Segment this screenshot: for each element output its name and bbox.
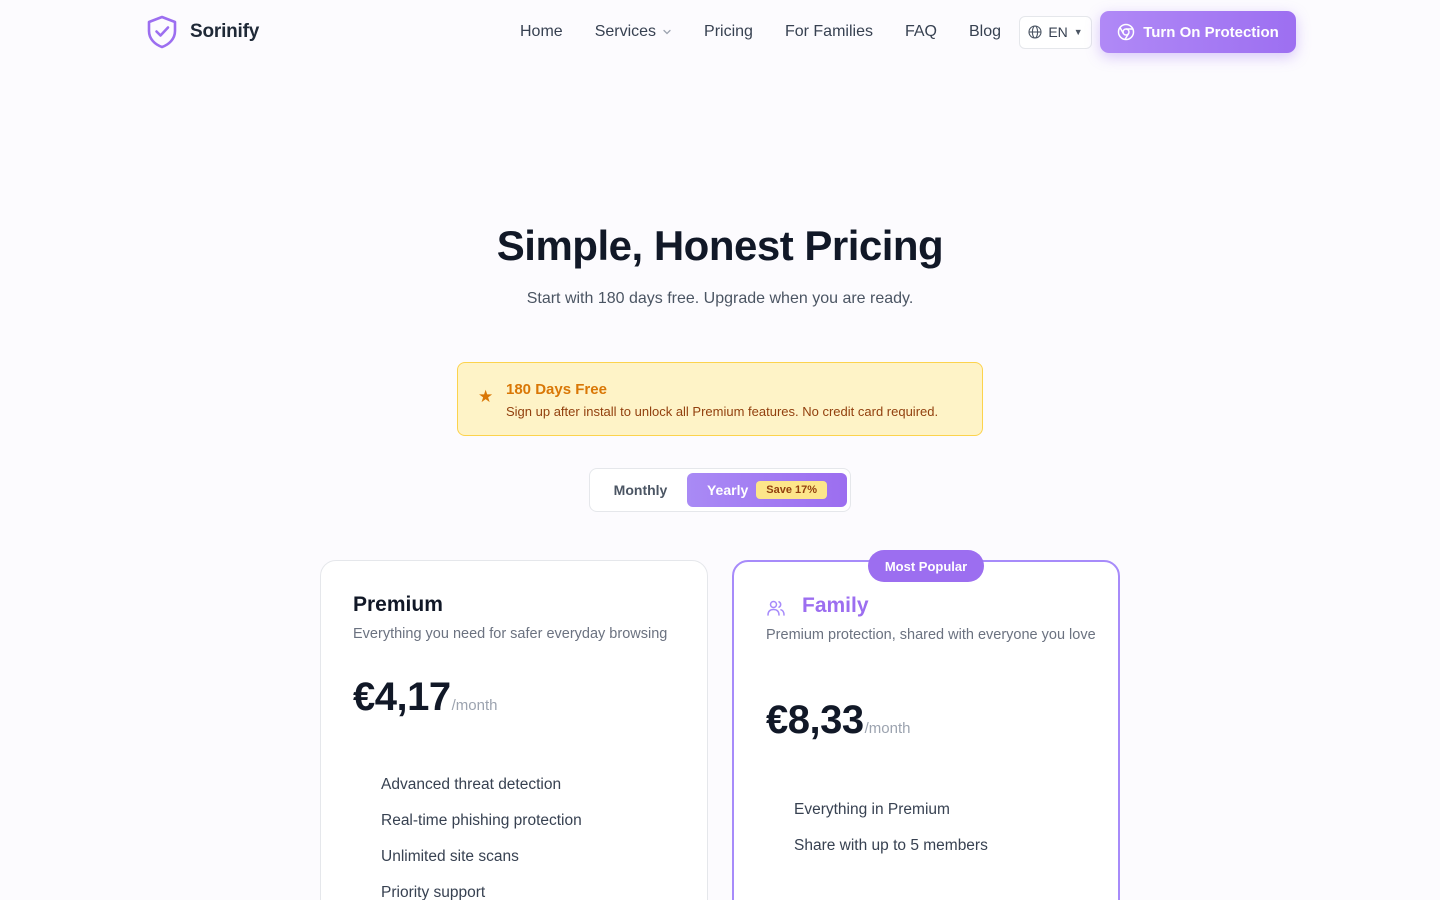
feature-item: Advanced threat detection bbox=[381, 776, 562, 793]
feature-list: Advanced threat detection Real-time phis… bbox=[381, 775, 582, 900]
turn-on-protection-button[interactable]: Turn On Protection bbox=[1100, 11, 1296, 53]
promo-title: 180 Days Free bbox=[506, 381, 607, 398]
save-badge: Save 17% bbox=[756, 481, 828, 499]
nav-home-label: Home bbox=[520, 23, 563, 40]
star-icon: ★ bbox=[478, 387, 494, 406]
nav-faq[interactable]: FAQ bbox=[889, 12, 953, 52]
cta-label: Turn On Protection bbox=[1143, 23, 1279, 41]
nav-home[interactable]: Home bbox=[504, 12, 579, 52]
price-amount: €8,33 bbox=[766, 698, 864, 742]
billing-period-toggle: Monthly Yearly Save 17% bbox=[589, 468, 851, 512]
plan-price: €4,17 /month bbox=[353, 675, 497, 720]
language-selector[interactable]: EN ▼ bbox=[1019, 15, 1093, 49]
yearly-label: Yearly bbox=[706, 482, 749, 498]
users-icon bbox=[767, 600, 785, 616]
feature-item: Share with up to 5 members bbox=[794, 837, 988, 854]
nav-pricing-label: Pricing bbox=[704, 23, 753, 40]
language-label: EN bbox=[1048, 24, 1068, 40]
plan-card-family: Family Premium protection, shared with e… bbox=[732, 560, 1120, 900]
feature-item: Real-time phishing protection bbox=[381, 812, 582, 829]
feature-item: Unlimited site scans bbox=[381, 848, 519, 865]
feature-item: Everything in Premium bbox=[794, 801, 950, 818]
yearly-option[interactable]: Yearly Save 17% bbox=[687, 473, 847, 507]
nav-for-families-label: For Families bbox=[784, 23, 873, 40]
price-period: /month bbox=[864, 720, 911, 737]
price-amount: €4,17 bbox=[353, 675, 451, 719]
caret-down-icon: ▼ bbox=[1073, 27, 1083, 37]
promo-text: Sign up after install to unlock all Prem… bbox=[506, 404, 939, 419]
nav-blog-label: Blog bbox=[968, 23, 1002, 40]
free-trial-banner: ★ 180 Days Free Sign up after install to… bbox=[457, 362, 983, 436]
monthly-label: Monthly bbox=[613, 482, 668, 498]
chevron-down-icon bbox=[663, 29, 671, 35]
nav-services[interactable]: Services bbox=[579, 12, 688, 52]
feature-list: Everything in Premium Share with up to 5… bbox=[794, 800, 988, 872]
plan-card-premium: Premium Everything you need for safer ev… bbox=[320, 560, 708, 900]
brand-logo-link[interactable]: Sorinify bbox=[146, 15, 259, 49]
nav-blog[interactable]: Blog bbox=[953, 12, 1017, 52]
price-period: /month bbox=[451, 697, 498, 714]
nav-for-families[interactable]: For Families bbox=[769, 12, 889, 52]
plan-description: Premium protection, shared with everyone… bbox=[766, 627, 1096, 643]
main-nav: Home Services Pricing For Families FAQ B… bbox=[504, 0, 1093, 64]
plan-price: €8,33 /month bbox=[766, 698, 910, 743]
page-subtitle: Start with 180 days free. Upgrade when y… bbox=[526, 290, 914, 307]
most-popular-badge: Most Popular bbox=[868, 550, 984, 582]
site-header: Sorinify Home Services Pricing For Famil… bbox=[0, 0, 1440, 64]
shield-check-icon bbox=[147, 15, 177, 49]
plan-name: Family bbox=[802, 594, 869, 617]
nav-pricing[interactable]: Pricing bbox=[688, 12, 769, 52]
brand-name: Sorinify bbox=[190, 21, 260, 42]
feature-item: Priority support bbox=[381, 884, 486, 900]
plan-description: Everything you need for safer everyday b… bbox=[353, 626, 668, 642]
plan-name: Premium bbox=[353, 593, 443, 616]
chrome-icon bbox=[1117, 23, 1135, 41]
monthly-option[interactable]: Monthly bbox=[594, 473, 687, 507]
page-title: Simple, Honest Pricing bbox=[496, 222, 944, 269]
globe-icon bbox=[1028, 25, 1042, 39]
nav-services-label: Services bbox=[594, 23, 657, 40]
nav-faq-label: FAQ bbox=[904, 23, 937, 40]
